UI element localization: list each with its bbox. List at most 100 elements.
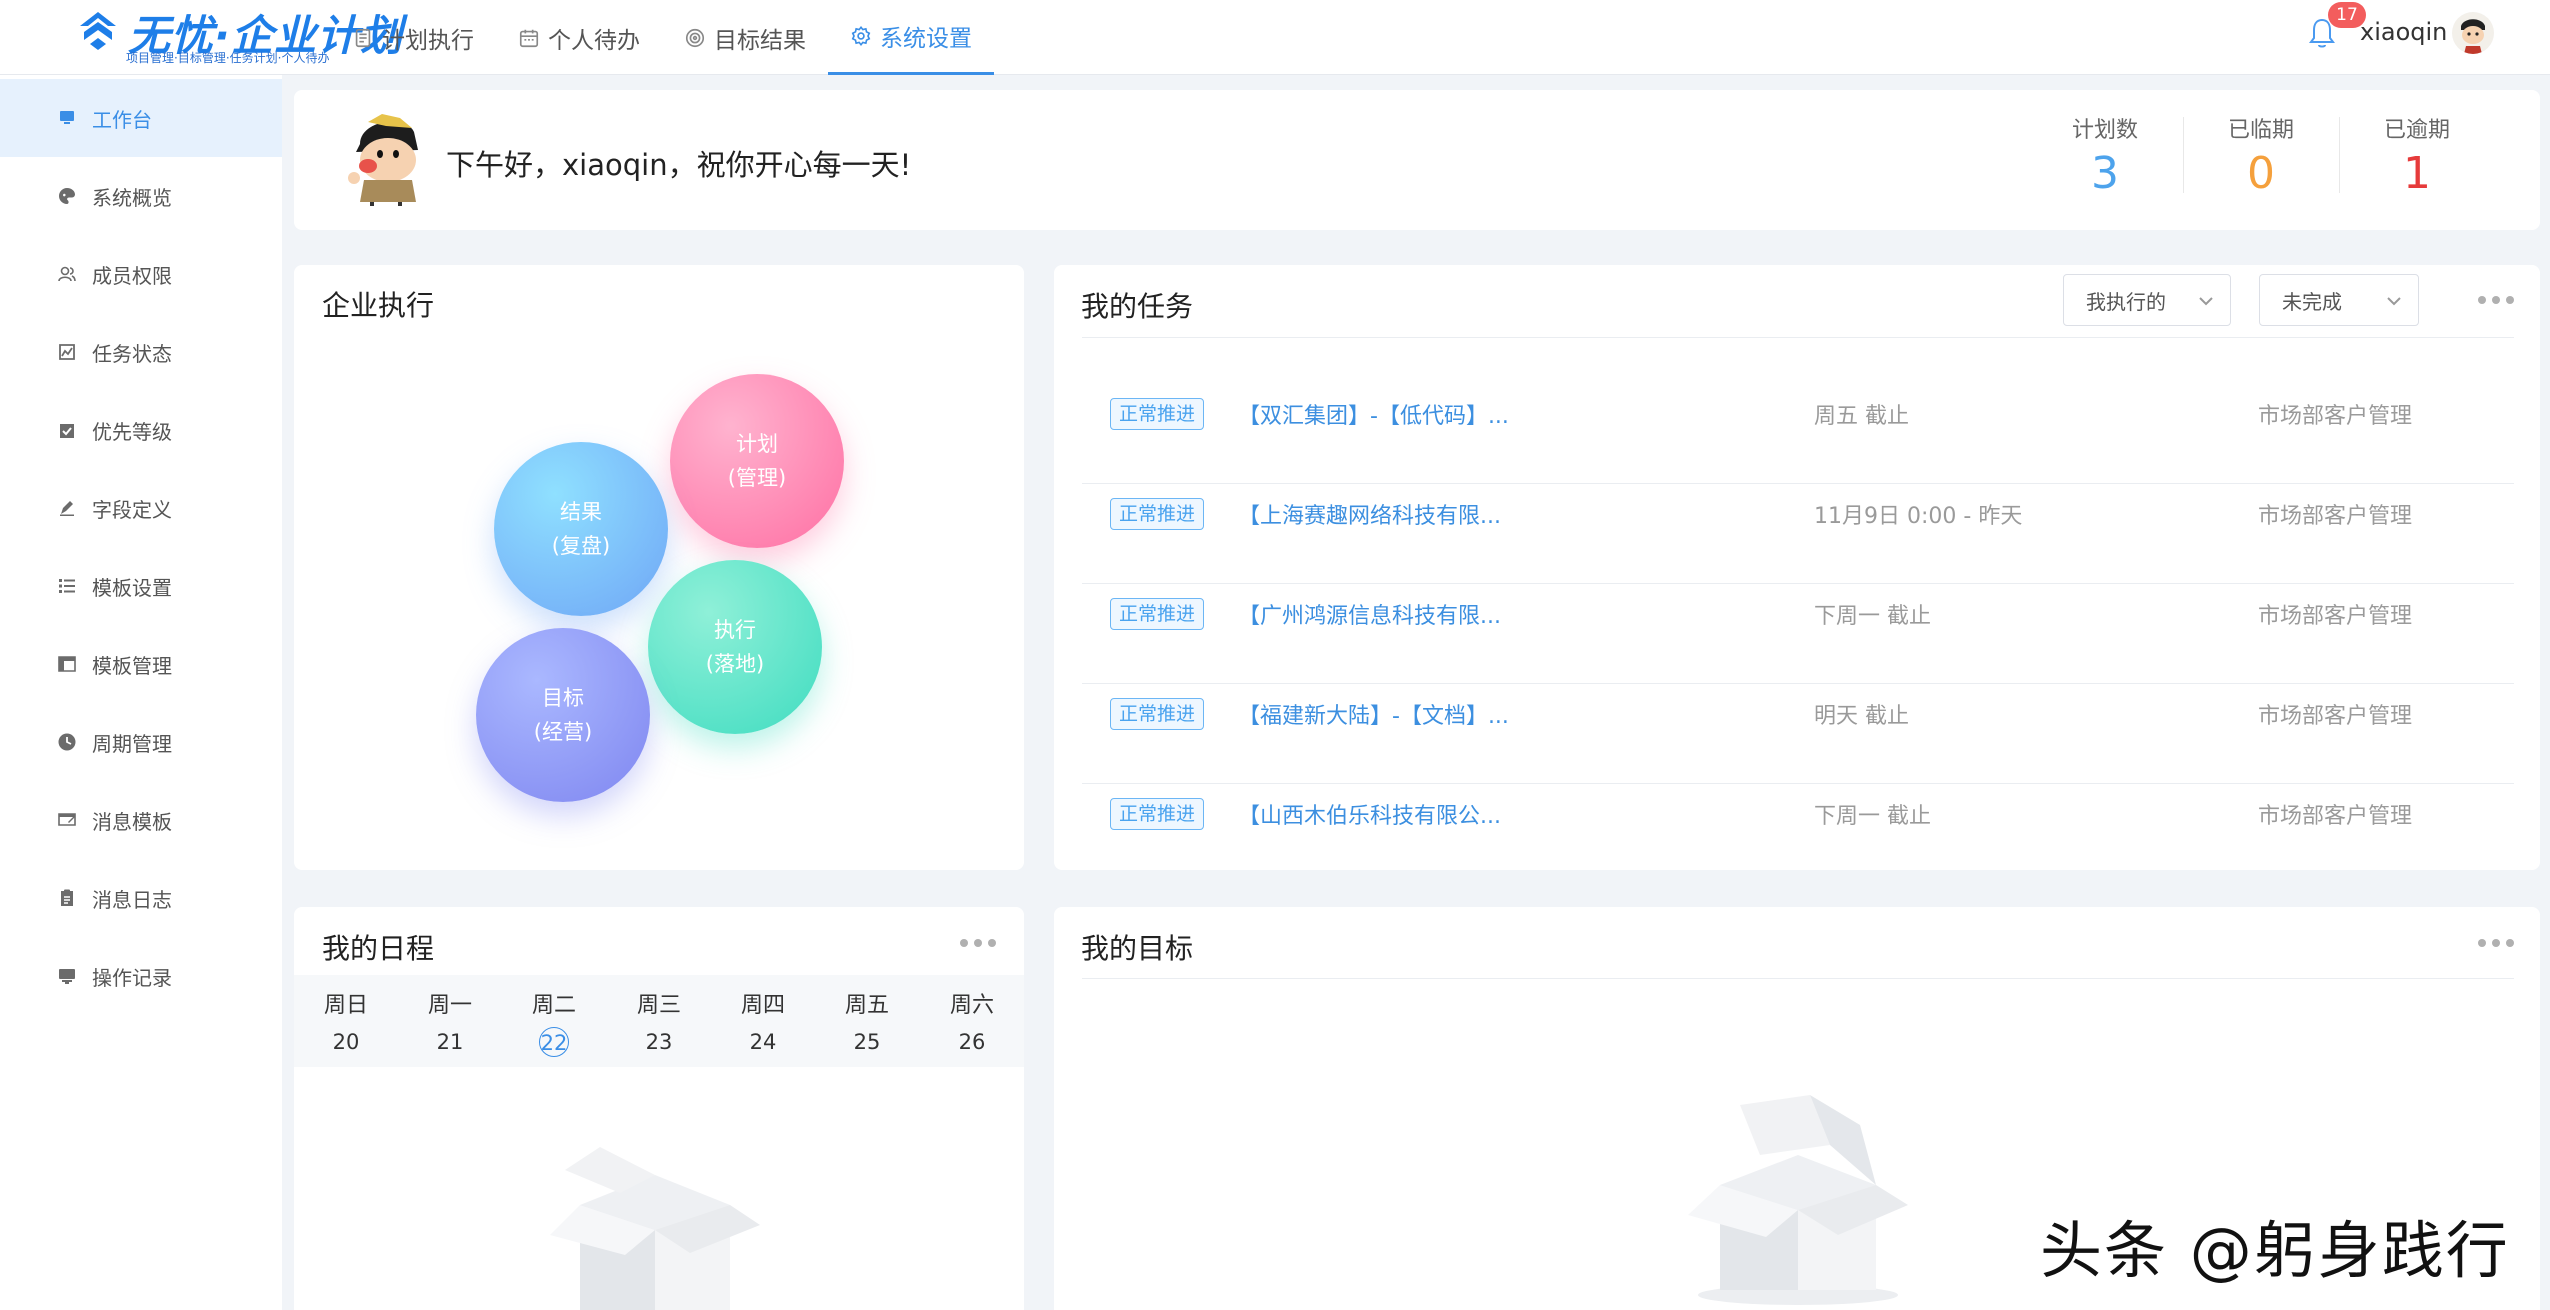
calendar-weekday: 周二	[531, 993, 576, 1018]
main-nav: 计划执行 个人待办 目标结果 系统设置	[330, 0, 994, 75]
nav-goal-results[interactable]: 目标结果	[662, 0, 828, 75]
cartoon-avatar-image	[348, 114, 418, 206]
task-due: 11月9日 0:00 - 昨天	[1814, 504, 2023, 529]
task-row[interactable]: 正常推进 【福建新大陆】-【文档】... 明天 截止 市场部客户管理	[1082, 664, 2514, 764]
calendar-weekday: 周四	[740, 993, 785, 1018]
logo-subtitle: 项目管理·目标管理·任务计划·个人待办	[126, 51, 330, 65]
sidebar-item-task-status[interactable]: 任务状态	[0, 313, 282, 391]
bubble-execution[interactable]: 执行 (落地)	[648, 560, 822, 734]
clipboard-icon	[56, 887, 78, 909]
stat-label: 已逾期	[2383, 118, 2450, 143]
task-status-tag: 正常推进	[1110, 498, 1205, 530]
stat-plan-count[interactable]: 计划数 3	[2030, 112, 2180, 199]
task-status-tag: 正常推进	[1110, 598, 1205, 630]
calendar-date: 21	[436, 1030, 464, 1054]
week-calendar: 周日 20 周一 21 周二 22 周三 23 周四 24 周五 25 周六 2…	[294, 975, 1024, 1067]
bubble-line1: 目标	[542, 686, 584, 710]
task-name-link[interactable]: 【福建新大陆】-【文档】...	[1238, 698, 1509, 730]
sidebar-item-field-definition[interactable]: 字段定义	[0, 469, 282, 547]
bubble-line1: 计划	[736, 432, 778, 456]
bubble-line2: (经营)	[533, 720, 593, 744]
task-row[interactable]: 正常推进 【双汇集团】-【低代码】... 周五 截止 市场部客户管理	[1082, 364, 2514, 464]
greeting-avatar	[342, 110, 430, 206]
card-title: 我的任务	[1081, 290, 1194, 323]
record-icon	[56, 965, 78, 987]
task-status-select[interactable]: 未完成	[2259, 274, 2419, 326]
sidebar-item-label: 工作台	[92, 107, 152, 132]
message-icon	[56, 809, 78, 831]
task-name-link[interactable]: 【山西木伯乐科技有限公...	[1238, 798, 1501, 830]
calendar-day[interactable]: 周三 23	[607, 975, 711, 1067]
stat-overdue[interactable]: 已逾期 1	[2342, 112, 2492, 199]
nav-label: 计划执行	[382, 27, 474, 54]
sidebar-item-template-settings[interactable]: 模板设置	[0, 547, 282, 625]
select-value: 我执行的	[2086, 289, 2166, 314]
schedule-more-icon[interactable]	[960, 937, 996, 949]
task-due: 周五 截止	[1814, 404, 1909, 429]
goals-more-icon[interactable]	[2478, 937, 2514, 949]
tasks-more-icon[interactable]	[2478, 294, 2514, 306]
nav-personal-todo[interactable]: 个人待办	[496, 0, 662, 75]
sidebar-item-template-management[interactable]: 模板管理	[0, 625, 282, 703]
calendar-icon	[519, 29, 539, 47]
sidebar-item-label: 操作记录	[92, 965, 172, 990]
task-department: 市场部客户管理	[2258, 404, 2413, 429]
stat-value: 0	[2247, 148, 2275, 199]
calendar-day[interactable]: 周一 21	[398, 975, 502, 1067]
stat-near-due[interactable]: 已临期 0	[2186, 112, 2336, 199]
task-department: 市场部客户管理	[2258, 704, 2413, 729]
calendar-date: 24	[749, 1030, 777, 1054]
calendar-day[interactable]: 周四 24	[711, 975, 815, 1067]
empty-box-illustration	[1688, 1095, 1908, 1305]
sidebar-item-label: 优先等级	[92, 419, 172, 444]
nav-plan-execution[interactable]: 计划执行	[330, 0, 496, 75]
task-name-link[interactable]: 【上海赛趣网络科技有限...	[1238, 498, 1501, 530]
calendar-day[interactable]: 周五 25	[815, 975, 919, 1067]
task-row[interactable]: 正常推进 【广州鸿源信息科技有限... 下周一 截止 市场部客户管理	[1082, 564, 2514, 664]
sidebar-item-message-log[interactable]: 消息日志	[0, 859, 282, 937]
empty-box-illustration	[550, 1147, 760, 1310]
clock-icon	[56, 731, 78, 753]
calendar-date: 25	[853, 1030, 881, 1054]
calendar-day-today[interactable]: 周二 22	[502, 975, 606, 1067]
chart-icon	[56, 341, 78, 363]
nav-system-settings[interactable]: 系统设置	[828, 0, 994, 75]
task-role-select[interactable]: 我执行的	[2063, 274, 2231, 326]
user-avatar[interactable]	[2452, 12, 2494, 54]
task-status-tag: 正常推进	[1110, 698, 1205, 730]
nav-label: 目标结果	[714, 27, 806, 54]
calendar-day[interactable]: 周日 20	[294, 975, 398, 1067]
task-name-link[interactable]: 【双汇集团】-【低代码】...	[1238, 398, 1509, 430]
sidebar-item-system-overview[interactable]: 系统概览	[0, 157, 282, 235]
sidebar-item-workbench[interactable]: 工作台	[0, 79, 282, 157]
sidebar-item-operation-records[interactable]: 操作记录	[0, 937, 282, 1015]
users-icon	[56, 263, 78, 285]
task-row[interactable]: 正常推进 【山西木伯乐科技有限公... 下周一 截止 市场部客户管理	[1082, 764, 2514, 864]
calendar-weekday: 周三	[636, 993, 681, 1018]
select-value: 未完成	[2282, 289, 2342, 314]
sidebar-item-message-template[interactable]: 消息模板	[0, 781, 282, 859]
task-name-link[interactable]: 【广州鸿源信息科技有限...	[1238, 598, 1501, 630]
sidebar-item-label: 系统概览	[92, 185, 172, 210]
sidebar-item-cycle-management[interactable]: 周期管理	[0, 703, 282, 781]
calendar-day[interactable]: 周六 26	[920, 975, 1024, 1067]
bubble-result[interactable]: 结果 (复盘)	[494, 442, 668, 616]
task-due: 下周一 截止	[1814, 604, 1931, 629]
user-name[interactable]: xiaoqin	[2360, 18, 2447, 46]
sidebar: 工作台 系统概览 成员权限 任务状态 优先等级 字段定义 模板设置 模板管理 周…	[0, 75, 282, 1310]
task-row[interactable]: 正常推进 【上海赛趣网络科技有限... 11月9日 0:00 - 昨天 市场部客…	[1082, 464, 2514, 564]
bubble-line1: 执行	[714, 618, 756, 642]
stat-value: 3	[2091, 148, 2119, 199]
bubble-goal[interactable]: 目标 (经营)	[476, 628, 650, 802]
stat-divider	[2183, 117, 2184, 193]
calendar-weekday: 周一	[427, 993, 472, 1018]
sidebar-item-priority-level[interactable]: 优先等级	[0, 391, 282, 469]
nav-label: 系统设置	[880, 26, 972, 52]
sidebar-item-label: 模板设置	[92, 575, 172, 600]
task-due: 下周一 截止	[1814, 804, 1931, 829]
sidebar-item-member-permissions[interactable]: 成员权限	[0, 235, 282, 313]
calendar-date: 26	[958, 1030, 986, 1054]
bubble-plan[interactable]: 计划 (管理)	[670, 374, 844, 548]
app-logo[interactable]: 无忧·企业计划 项目管理·目标管理·任务计划·个人待办	[74, 2, 402, 66]
card-header-divider	[1082, 978, 2514, 979]
